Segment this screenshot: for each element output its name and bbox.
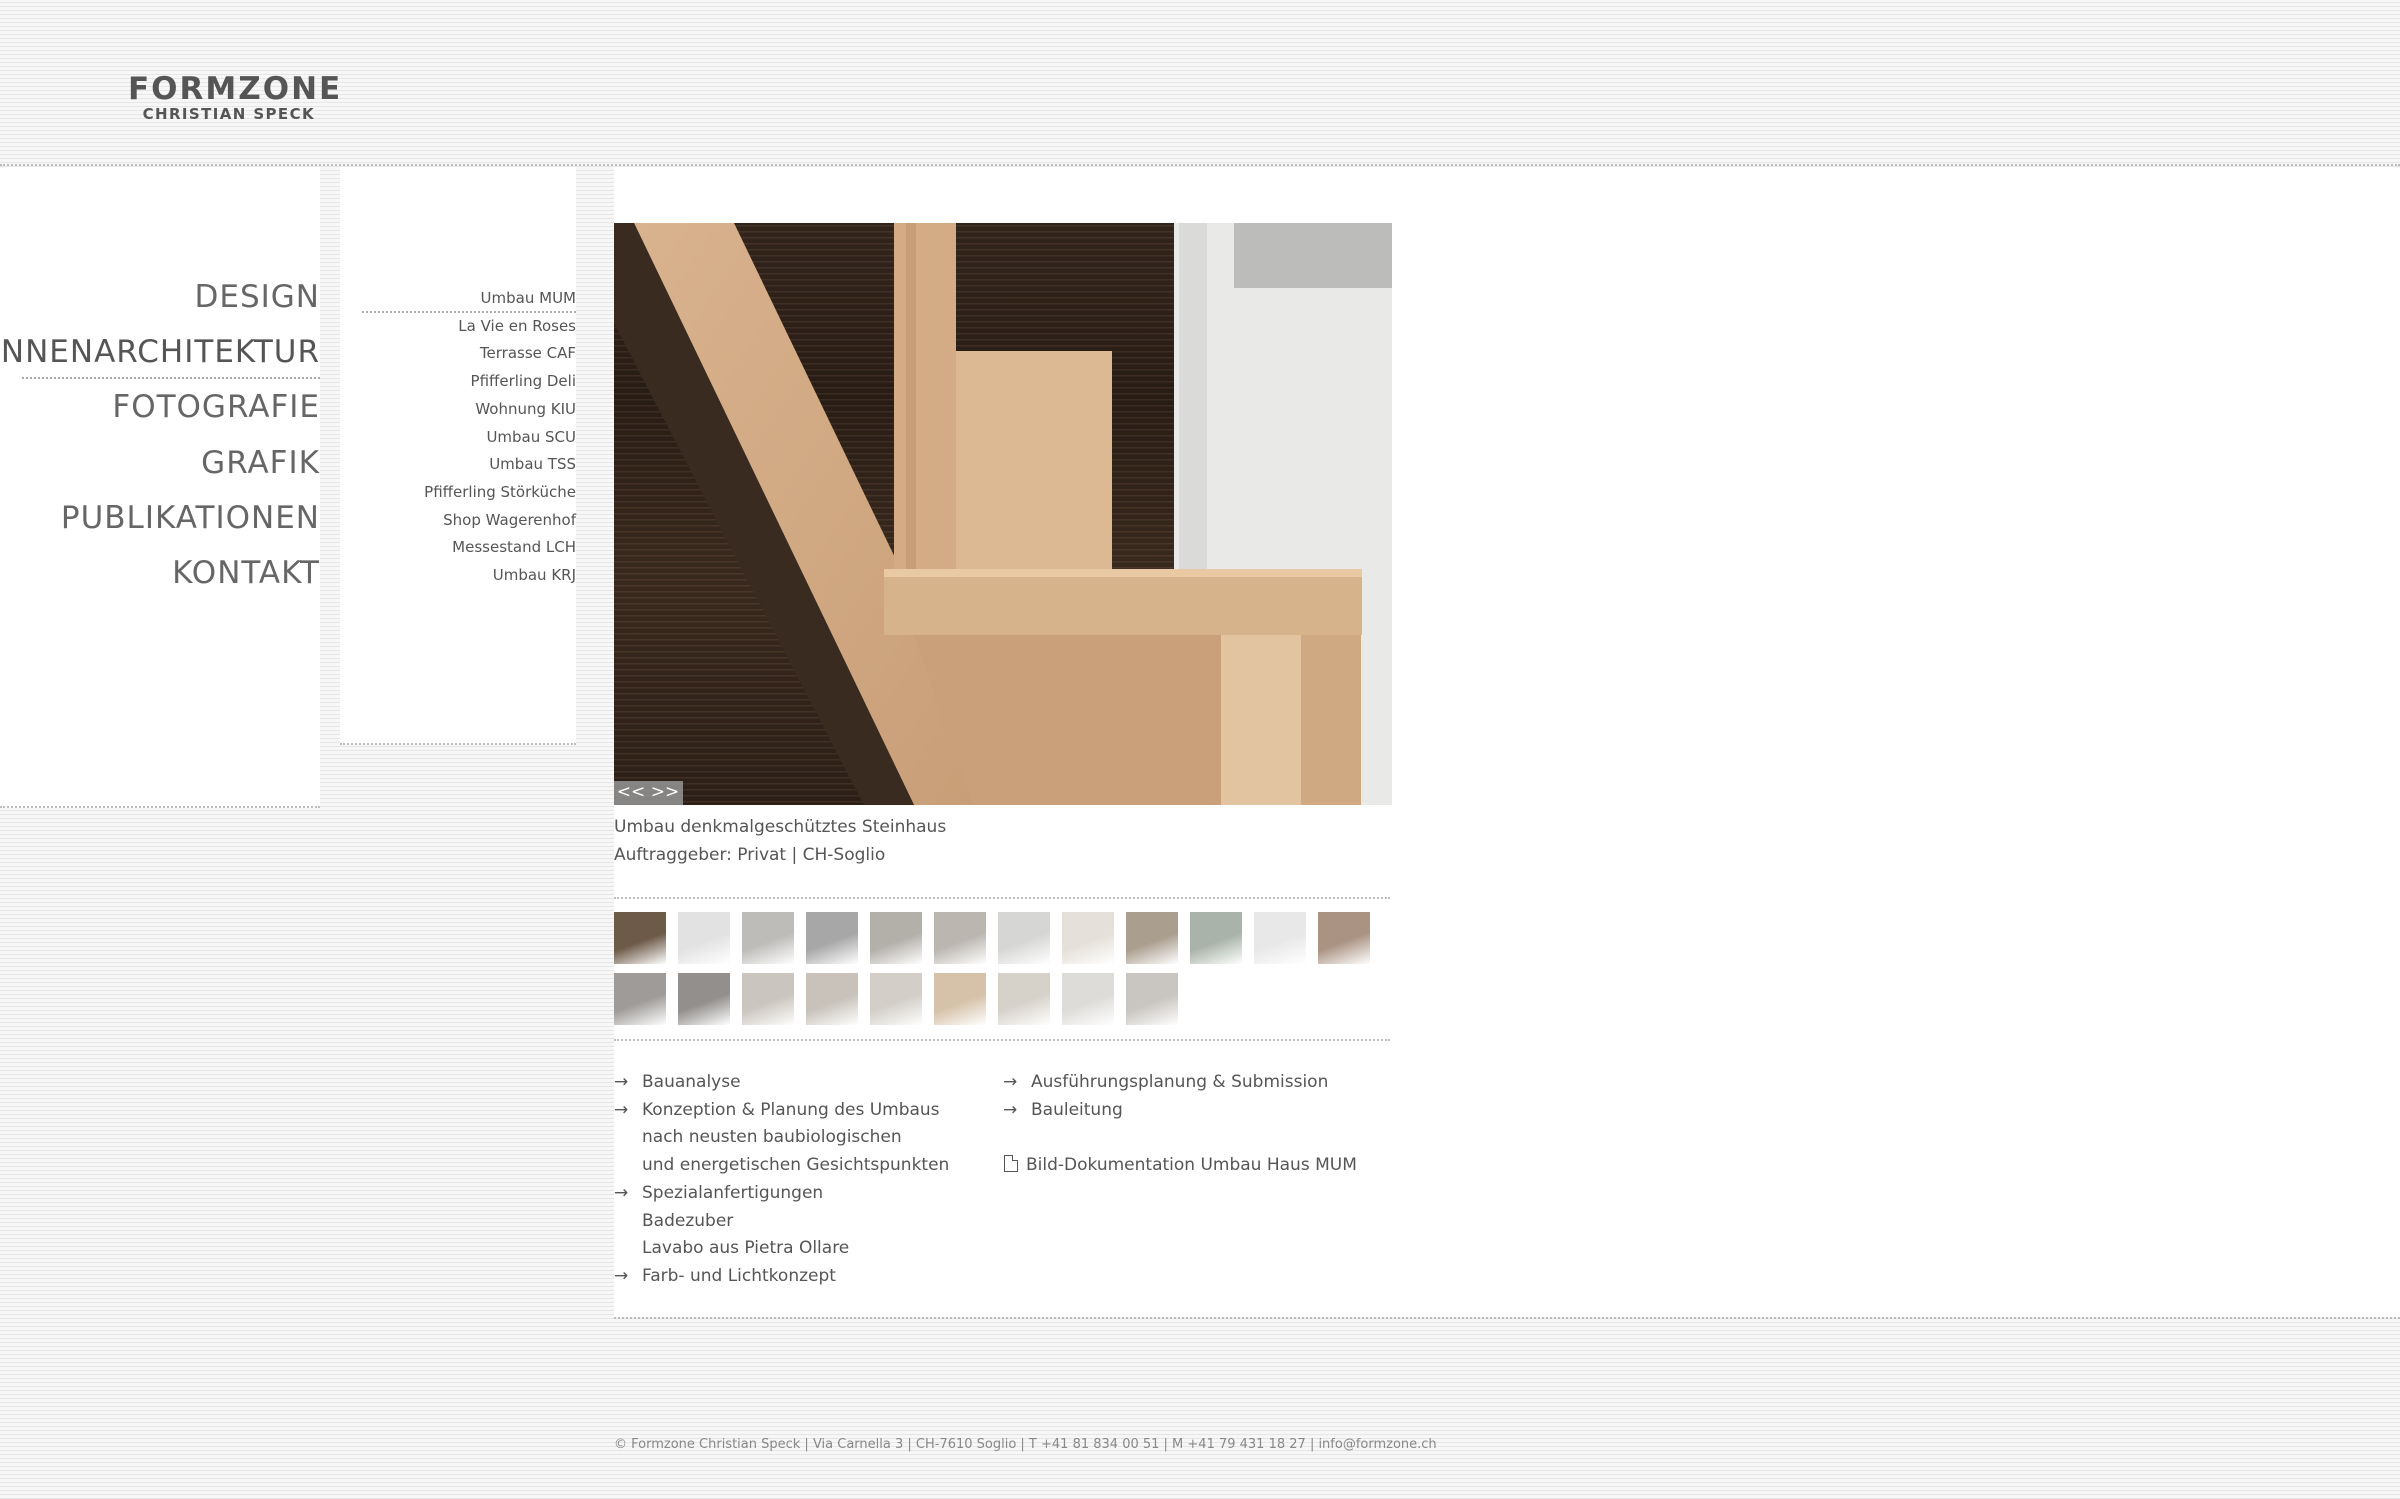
logo-line1: FORMZONE	[128, 71, 343, 107]
thumbnail[interactable]	[806, 973, 858, 1025]
sub-nav-item[interactable]: La Vie en Roses	[458, 317, 576, 335]
thumbnail[interactable]	[998, 912, 1050, 964]
sub-nav-item[interactable]: Terrasse CAF	[480, 344, 576, 362]
service-text: Konzeption & Planung des Umbaus	[642, 1099, 940, 1120]
staircase-photo	[614, 223, 1392, 805]
sub-nav-item[interactable]: Shop Wagerenhof	[443, 511, 576, 529]
sub-nav-item[interactable]: Umbau TSS	[489, 455, 576, 473]
next-image-button[interactable]: >>	[648, 781, 682, 805]
service-text: Lavabo aus Pietra Ollare	[642, 1238, 850, 1259]
main-nav-active-underline	[22, 377, 320, 379]
thumbnail[interactable]	[870, 973, 922, 1025]
thumbnails-top-divider	[614, 897, 1390, 899]
main-nav-innenarchitektur[interactable]: INNENARCHITEKTUR	[0, 334, 320, 370]
main-nav-design[interactable]: DESIGN	[195, 279, 321, 315]
main-nav-kontakt[interactable]: KONTAKT	[172, 555, 320, 591]
thumbnail[interactable]	[934, 912, 986, 964]
service-text: und energetischen Gesichtspunkten	[642, 1155, 950, 1176]
thumbnail[interactable]	[1190, 912, 1242, 964]
main-nav-bottom-divider	[0, 806, 320, 808]
thumbnail[interactable]	[934, 973, 986, 1025]
footer-contact: © Formzone Christian Speck | Via Carnell…	[614, 1437, 1437, 1452]
thumbnail[interactable]	[678, 973, 730, 1025]
thumbnail[interactable]	[614, 973, 666, 1025]
service-text: Bauleitung	[1031, 1099, 1123, 1120]
thumbnail[interactable]	[806, 912, 858, 964]
service-text: Badezuber	[642, 1210, 734, 1231]
pdf-link-label: Bild-Dokumentation Umbau Haus MUM	[1026, 1155, 1357, 1175]
arrow-right-icon: →	[614, 1099, 629, 1120]
arrow-right-icon: →	[1003, 1099, 1018, 1120]
sub-nav-item[interactable]: Messestand LCH	[452, 538, 576, 556]
sub-nav-item[interactable]: Wohnung KIU	[475, 400, 576, 418]
thumbnail[interactable]	[742, 973, 794, 1025]
thumbnail[interactable]	[870, 912, 922, 964]
sub-nav-item[interactable]: Umbau SCU	[486, 428, 576, 446]
sub-nav-bottom-divider	[340, 743, 576, 745]
thumbnail[interactable]	[1062, 973, 1114, 1025]
sub-nav-active-underline	[362, 311, 576, 313]
project-client: Auftraggeber: Privat | CH-Soglio	[614, 845, 886, 865]
sub-nav-item[interactable]: Umbau KRJ	[493, 566, 576, 584]
service-text: Spezialanfertigungen	[642, 1182, 824, 1203]
service-text: Bauanalyse	[642, 1072, 741, 1092]
main-nav-publikationen[interactable]: PUBLIKATIONEN	[61, 500, 320, 536]
thumbnails-bottom-divider	[614, 1039, 1390, 1041]
thumbnail[interactable]	[614, 912, 666, 964]
arrow-right-icon: →	[614, 1265, 629, 1286]
project-title: Umbau denkmalgeschütztes Steinhaus	[614, 817, 947, 837]
thumbnail[interactable]	[742, 912, 794, 964]
service-text: Farb- und Lichtkonzept	[642, 1265, 836, 1286]
slideshow-pager: << >>	[614, 781, 683, 805]
logo-line2: CHRISTIAN SPECK	[142, 105, 315, 123]
sub-nav-item[interactable]: Pfifferling Deli	[471, 372, 576, 390]
main-nav-grafik[interactable]: GRAFIK	[201, 445, 320, 481]
sub-nav-item[interactable]: Umbau MUM	[481, 289, 576, 307]
service-text: nach neusten baubiologischen	[642, 1127, 902, 1148]
main-navigation: DESIGN INNENARCHITEKTUR FOTOGRAFIE GRAFIK PU…	[0, 167, 320, 808]
arrow-right-icon: →	[614, 1072, 629, 1092]
arrow-right-icon: →	[614, 1182, 629, 1203]
thumbnail[interactable]	[1318, 912, 1370, 964]
pdf-document-icon	[1004, 1155, 1018, 1172]
service-text: Ausführungsplanung & Submission	[1031, 1072, 1329, 1092]
thumbnail[interactable]	[1126, 973, 1178, 1025]
project-main-image[interactable]	[614, 223, 1392, 805]
pdf-documentation-link[interactable]: Bild-Dokumentation Umbau Haus MUM	[1004, 1155, 1357, 1175]
content-bottom-divider	[614, 1317, 2400, 1319]
site-logo[interactable]: FORMZONE CHRISTIAN SPECK	[128, 71, 343, 123]
sub-nav-item[interactable]: Pfifferling Störküche	[424, 483, 576, 501]
thumbnail[interactable]	[678, 912, 730, 964]
header-divider	[0, 164, 2400, 166]
arrow-right-icon: →	[1003, 1072, 1018, 1092]
main-nav-fotografie[interactable]: FOTOGRAFIE	[112, 389, 320, 425]
thumbnail[interactable]	[1254, 912, 1306, 964]
thumbnail[interactable]	[1126, 912, 1178, 964]
thumbnail[interactable]	[998, 973, 1050, 1025]
thumbnail[interactable]	[1062, 912, 1114, 964]
previous-image-button[interactable]: <<	[614, 781, 648, 805]
sub-navigation: Umbau MUM La Vie en Roses Terrasse CAF Pfif…	[340, 167, 576, 744]
